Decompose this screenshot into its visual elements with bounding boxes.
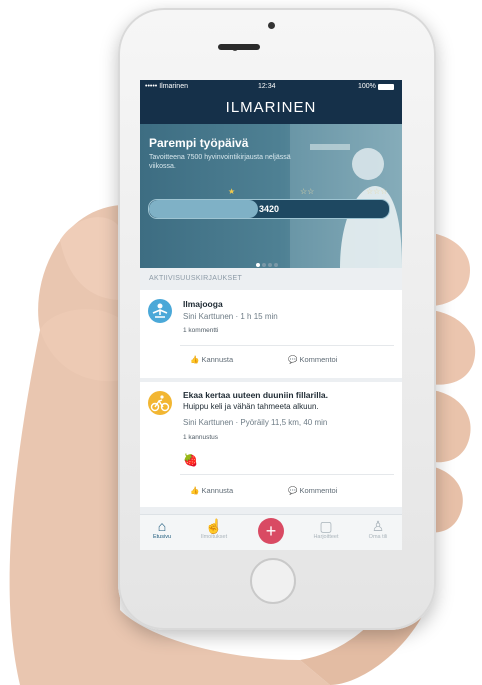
- tab-label: Harjoitteet: [313, 534, 339, 540]
- hero-title: Parempi työpäivä: [149, 136, 249, 150]
- carousel-dot[interactable]: [256, 263, 260, 267]
- comment-button[interactable]: 💬 Kommentoi: [288, 355, 337, 364]
- activity-card[interactable]: Ilmajooga Sini Karttunen · 1 h 15 min 1 …: [140, 290, 402, 378]
- comment-icon: 💬: [288, 355, 298, 364]
- plus-icon: +: [265, 521, 277, 541]
- post-title: Ekaa kertaa uuteen duuniin fillarilla.: [183, 390, 329, 400]
- worker-photo: [290, 124, 402, 268]
- battery-icon: [378, 84, 394, 90]
- carousel-dot[interactable]: [274, 263, 278, 267]
- thumbs-up-icon: 👍: [190, 486, 200, 495]
- section-title: AKTIIVISUUSKIRJAUKSET: [149, 275, 243, 282]
- cheer-button[interactable]: 👍 Kannusta: [190, 355, 233, 364]
- tab-exercises[interactable]: ▢ Harjoitteet: [306, 518, 346, 540]
- tab-home[interactable]: ⌂ Etusivu: [142, 518, 182, 540]
- comment-label: Kommentoi: [299, 486, 338, 495]
- post-body: Huippu keli ja vähän tahmeeta alkuun.: [183, 402, 319, 411]
- carousel-dots[interactable]: [255, 254, 279, 268]
- clock-label: 12:34: [258, 83, 276, 90]
- goal-progress-bar: 3420: [148, 199, 390, 219]
- divider: [180, 345, 394, 346]
- yoga-icon: [148, 299, 172, 323]
- home-icon: ⌂: [157, 518, 167, 534]
- status-bar: ••••• Ilmarinen 12:34 100%: [140, 80, 402, 94]
- hero-subtitle: Tavoitteena 7500 hyvinvointikirjausta ne…: [149, 154, 291, 170]
- tab-label: Oma tili: [368, 534, 388, 540]
- post-meta: Sini Karttunen · Pyöräily 11,5 km, 40 mi…: [183, 418, 328, 427]
- comment-icon: 💬: [288, 486, 298, 495]
- activity-card[interactable]: Ekaa kertaa uuteen duuniin fillarilla. H…: [140, 382, 402, 507]
- cheer-label: Kannusta: [201, 486, 234, 495]
- strawberry-icon: 🍓: [183, 453, 198, 467]
- app-screen: ••••• Ilmarinen 12:34 100% ILMARINEN Par…: [140, 80, 402, 550]
- add-activity-button[interactable]: +: [258, 518, 284, 544]
- comment-label: Kommentoi: [299, 355, 338, 364]
- tab-label: Ilmoitukset: [200, 534, 228, 540]
- cup-icon: ▢: [319, 518, 333, 534]
- star-icon: ★: [228, 187, 236, 196]
- carousel-dot[interactable]: [268, 263, 272, 267]
- carrier-label: ••••• Ilmarinen: [145, 83, 188, 90]
- battery-label: 100%: [358, 83, 376, 90]
- star-icon: ☆☆: [300, 187, 315, 196]
- thumbs-up-icon: ☝: [205, 518, 223, 534]
- comment-button[interactable]: 💬 Kommentoi: [288, 486, 337, 495]
- star-icon: ☆☆☆: [366, 187, 388, 196]
- comment-count[interactable]: 1 kommentti: [183, 327, 218, 334]
- brand-logo: ILMARINEN: [140, 94, 402, 124]
- cheer-label: Kannusta: [201, 355, 234, 364]
- post-meta: Sini Karttunen · 1 h 15 min: [183, 312, 278, 321]
- home-button[interactable]: [250, 558, 296, 604]
- post-title: Ilmajooga: [183, 299, 223, 309]
- thumbs-up-icon: 👍: [190, 355, 200, 364]
- tab-label: Etusivu: [152, 534, 172, 540]
- divider: [180, 474, 394, 475]
- cheer-count[interactable]: 1 kannustus: [183, 434, 218, 441]
- tab-notifications[interactable]: ☝ Ilmoitukset: [194, 518, 234, 540]
- carousel-dot[interactable]: [262, 263, 266, 267]
- camera-icon: [268, 22, 275, 29]
- progress-value: 3420: [258, 204, 280, 214]
- cheer-button[interactable]: 👍 Kannusta: [190, 486, 233, 495]
- cycling-icon: [148, 391, 172, 415]
- tab-account[interactable]: ♙ Oma tili: [358, 518, 398, 540]
- speaker-icon: [218, 44, 260, 50]
- tab-bar: ⌂ Etusivu ☝ Ilmoitukset + ▢ Harjoitteet …: [140, 514, 402, 550]
- user-icon: ♙: [371, 518, 385, 534]
- goal-carousel[interactable]: Parempi työpäivä Tavoitteena 7500 hyvinv…: [140, 124, 402, 268]
